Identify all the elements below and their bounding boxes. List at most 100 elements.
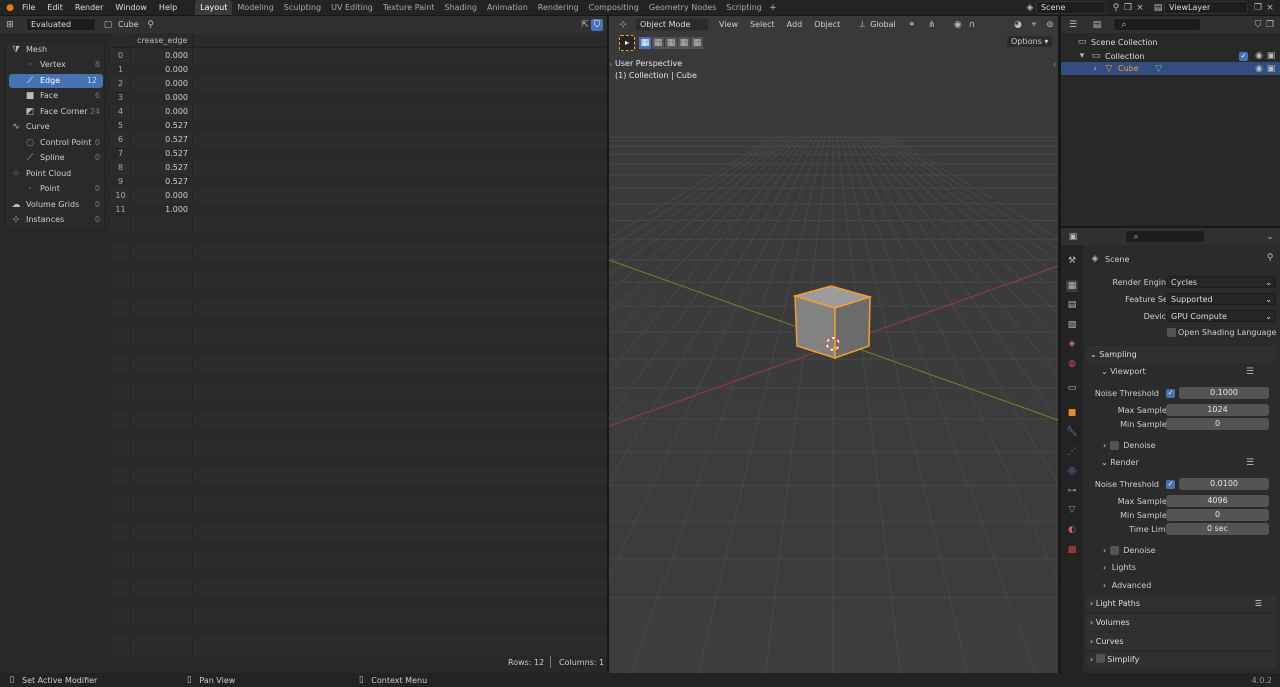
presets-list-icon[interactable]: ☰ [1244,457,1256,469]
r-denoise-subpanel[interactable]: › Denoise [1103,546,1156,555]
viewport-subpanel-header[interactable]: ⌄ Viewport [1101,367,1146,376]
sidebar-expand-icon[interactable]: ‹ [1053,60,1056,69]
expand-arrow-icon[interactable]: ▾ [1076,50,1088,62]
editor-type-icon[interactable]: ☰ [1067,19,1079,31]
presets-list-icon[interactable]: ☰ [1255,595,1262,612]
tree-item-volume-grids[interactable]: ☁ Volume Grids 0 [6,198,106,212]
constraints-tab-icon[interactable]: ⊶ [1066,485,1078,497]
view-layer-tab-icon[interactable]: ▧ [1066,319,1078,331]
device-dropdown[interactable]: GPU Compute ⌄ [1166,310,1276,322]
menu-object[interactable]: Object [814,20,840,29]
tab-texture-paint[interactable]: Texture Paint [378,0,440,15]
tab-layout[interactable]: Layout [195,0,233,15]
select-invert-icon[interactable]: ▦ [678,37,690,49]
cube-object[interactable] [792,285,873,360]
menu-edit[interactable]: Edit [41,3,69,12]
select-extend-icon[interactable]: ▦ [652,37,664,49]
filter-icon[interactable]: ⛉ [1252,19,1264,31]
tree-item-mesh[interactable]: ⧩ Mesh [6,43,106,57]
tree-item-vertex[interactable]: · Vertex 8 [6,58,106,72]
select-new-icon[interactable]: ▦ [639,37,651,49]
pin-icon[interactable]: ⚲ [1264,252,1276,264]
vp-noise-threshold-field[interactable]: 0.1000 [1179,387,1269,399]
copy-icon[interactable]: ❐ [1252,2,1264,14]
proportional-edit-icon[interactable]: ◉ [952,19,964,31]
vp-max-samples-field[interactable]: 1024 [1166,404,1269,416]
lights-subpanel[interactable]: › Lights [1103,563,1136,572]
particles-tab-icon[interactable]: ⋰ [1066,446,1078,458]
osl-checkbox[interactable] [1167,328,1176,337]
tab-sculpting[interactable]: Sculpting [279,0,326,15]
physics-tab-icon[interactable]: ◎ [1066,465,1078,477]
options-dropdown[interactable]: Options ▾ [1007,36,1053,47]
falloff-icon[interactable]: ∩ [966,19,978,31]
vp-denoise-subpanel[interactable]: › Denoise [1103,441,1156,450]
scene-selector[interactable]: Scene [1036,1,1106,14]
volumes-panel-header[interactable]: › Volumes [1086,614,1276,631]
overlay-icon[interactable]: ⊚ [1044,19,1056,31]
select-tool-button[interactable]: ▸ [619,35,635,51]
vp-noise-threshold-checkbox[interactable]: ✓ [1166,389,1175,398]
editor-type-icon[interactable]: ▣ [1067,231,1079,243]
select-subtract-icon[interactable]: ▦ [665,37,677,49]
eye-icon[interactable]: ◉ [1253,63,1265,75]
filter-icon[interactable]: ⛉ [591,18,603,31]
orientation-dropdown[interactable]: Global [870,20,896,29]
editor-type-icon[interactable]: ⊹ [617,19,629,31]
snap-icon[interactable]: ⋔ [926,19,938,31]
tab-uv-editing[interactable]: UV Editing [326,0,378,15]
expand-arrow-icon[interactable]: › [1089,63,1101,75]
menu-add[interactable]: Add [787,20,803,29]
tree-scene-collection[interactable]: ▭ Scene Collection [1076,36,1158,48]
texture-tab-icon[interactable]: ▩ [1066,544,1078,556]
eye-icon[interactable]: ◉ [1253,50,1265,62]
simplify-checkbox[interactable] [1095,654,1105,663]
outliner-search-input[interactable]: ⌕ [1113,18,1201,31]
tab-geometry-nodes[interactable]: Geometry Nodes [644,0,721,15]
simplify-panel-header[interactable]: › Simplify [1086,652,1276,668]
blender-logo-icon[interactable]: ● [4,2,16,14]
pin-icon[interactable]: ⚲ [1110,2,1122,14]
modifier-tab-icon[interactable]: 🔧︎ [1066,426,1078,438]
menu-view[interactable]: View [719,20,738,29]
view-layer-selector[interactable]: ViewLayer [1164,1,1248,14]
editor-type-icon[interactable]: ⊞ [4,19,16,31]
menu-select[interactable]: Select [750,20,775,29]
tree-item-face[interactable]: ■ Face 6 [6,89,106,103]
r-min-samples-field[interactable]: 0 [1166,509,1269,521]
copy-icon[interactable]: ❐ [1122,2,1134,14]
3d-viewport[interactable]: ⊹ Object Mode View Select Add Object ⟂ G… [609,16,1058,673]
select-intersect-icon[interactable]: ▦ [691,37,703,49]
denoise-checkbox[interactable] [1110,546,1120,555]
menu-window[interactable]: Window [109,3,153,12]
mode-dropdown[interactable]: Object Mode [635,18,709,31]
light-paths-panel-header[interactable]: › Light Paths ☰ [1086,595,1276,612]
camera-icon[interactable]: ▣ [1265,63,1277,75]
pivot-icon[interactable]: ⚭ [906,19,918,31]
tree-item-instances[interactable]: ⊹ Instances 0 [6,213,106,227]
r-max-samples-field[interactable]: 4096 [1166,495,1269,507]
tab-modeling[interactable]: Modeling [232,0,278,15]
tree-cube[interactable]: › ▽ Cube ▽ ◉ ▣ [1061,62,1280,75]
curves-panel-header[interactable]: › Curves [1086,633,1276,650]
add-workspace-icon[interactable]: + [767,2,779,14]
time-limit-field[interactable]: 0 sec [1166,523,1269,535]
tab-compositing[interactable]: Compositing [584,0,644,15]
tab-rendering[interactable]: Rendering [533,0,584,15]
pin-icon[interactable]: ⚲ [145,19,157,31]
gizmo-icon[interactable]: ⌖ [1028,19,1040,31]
tree-item-edge[interactable]: ⟋ Edge 12 [9,74,103,88]
tree-item-point-cloud[interactable]: ⁘ Point Cloud [6,167,106,181]
feature-set-dropdown[interactable]: Supported ⌄ [1166,293,1276,305]
collection-tab-icon[interactable]: ▭ [1066,382,1078,394]
render-subpanel-header[interactable]: ⌄ Render [1101,458,1139,467]
tab-animation[interactable]: Animation [482,0,533,15]
data-tab-icon[interactable]: ▽ [1066,504,1078,516]
close-icon[interactable]: × [1264,2,1276,14]
render-engine-dropdown[interactable]: Cycles ⌄ [1166,276,1276,288]
tab-shading[interactable]: Shading [439,0,482,15]
visibility-icon[interactable]: ◕ [1012,19,1024,31]
tree-item-face-corner[interactable]: ◩ Face Corner 24 [6,105,106,119]
world-tab-icon[interactable]: ◍ [1066,358,1078,370]
menu-file[interactable]: File [16,3,41,12]
